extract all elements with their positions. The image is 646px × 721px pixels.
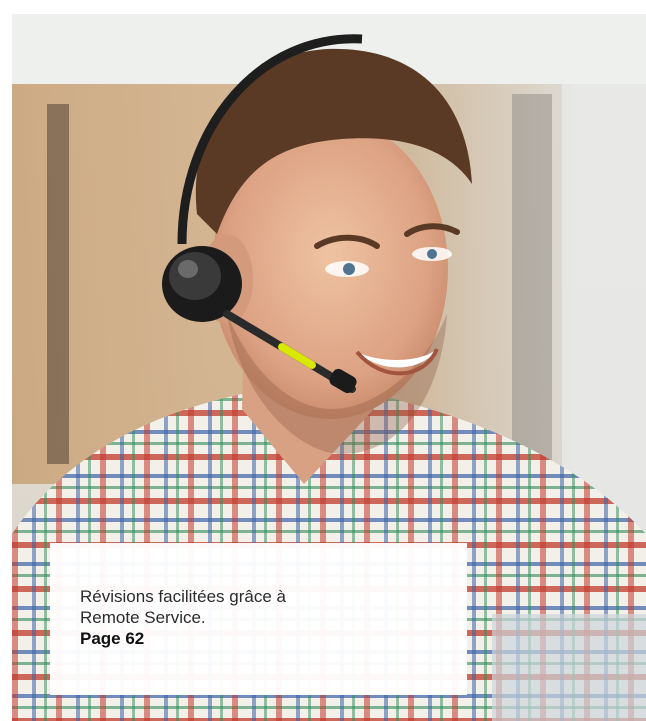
page-reference-link[interactable]: Page 62 [80,628,467,649]
caption-line-2: Remote Service. [80,608,206,627]
caption-line-1: Révisions facilitées grâce à [80,587,286,606]
caption-box: Révisions facilitées grâce à Remote Serv… [50,543,467,695]
